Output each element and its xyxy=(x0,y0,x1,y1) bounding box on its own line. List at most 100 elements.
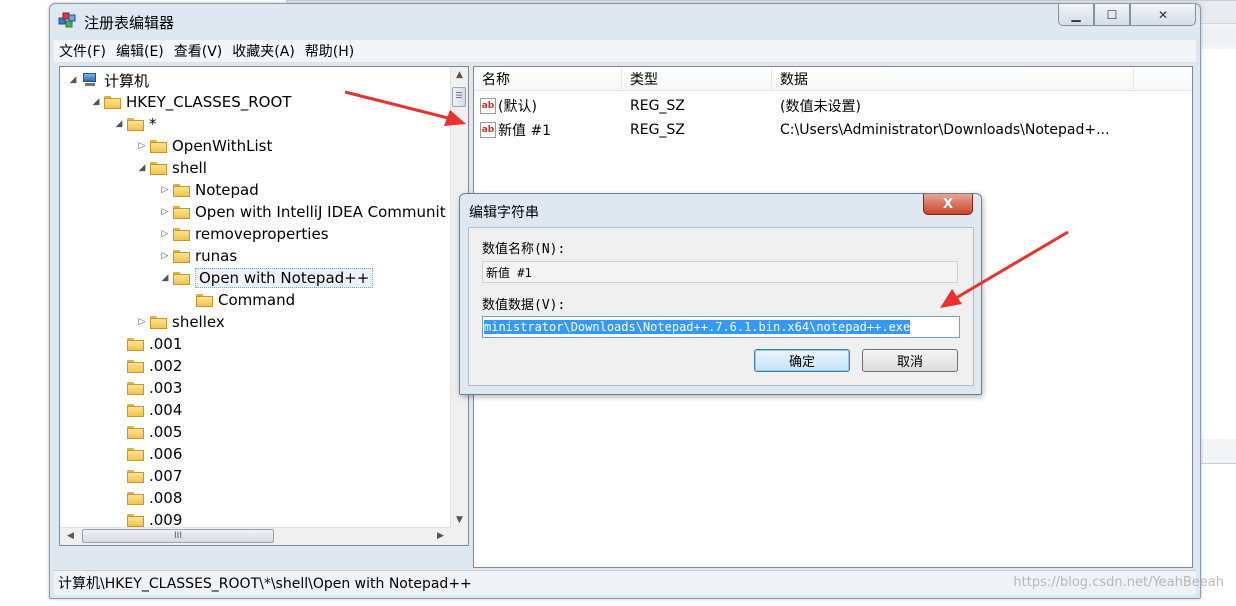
folder-icon xyxy=(127,337,144,351)
tree-node[interactable]: .005 xyxy=(114,421,182,443)
registry-tree-pane[interactable]: ◢ 计算机 ◢ HKEY_CLASSES_ROOT ◢ * ▷ OpenWithList ◢ sh… xyxy=(59,66,469,546)
expand-arrow-icon[interactable]: ▷ xyxy=(137,317,147,327)
minimize-button[interactable]: ▁ xyxy=(1058,4,1094,26)
value-row[interactable]: ab 新值 #1 REG_SZ C:\Users\Administrator\Do… xyxy=(474,118,1192,142)
folder-icon xyxy=(127,117,144,131)
minimize-icon: ▁ xyxy=(1071,7,1081,22)
tree-node[interactable]: ▷ shellex xyxy=(137,311,225,333)
scroll-left-icon[interactable]: ◀ xyxy=(62,531,79,541)
tree-node[interactable]: Command xyxy=(183,289,295,311)
tree-node-label: .006 xyxy=(149,445,183,463)
tree-node[interactable]: ◢ Open with Notepad++ xyxy=(160,267,374,289)
tree-node[interactable]: .008 xyxy=(114,487,182,509)
expand-arrow-icon[interactable]: ▷ xyxy=(160,207,170,217)
dialog-close-button[interactable]: X xyxy=(923,194,973,215)
tree-node[interactable]: .003 xyxy=(114,377,182,399)
value-type: REG_SZ xyxy=(630,122,685,138)
tree-node-label: 计算机 xyxy=(104,71,150,90)
title-bar[interactable]: 注册表编辑器 ▁ ☐ ✕ xyxy=(50,4,1200,38)
folder-icon xyxy=(127,513,144,527)
folder-icon xyxy=(173,271,190,285)
tree-node[interactable]: ▷ OpenWithList xyxy=(137,135,273,157)
collapse-arrow-icon[interactable]: ◢ xyxy=(91,97,101,107)
column-header-name[interactable]: 名称 xyxy=(474,67,622,91)
tree-node[interactable]: .009 xyxy=(114,509,182,528)
menu-file[interactable]: 文件(F) xyxy=(54,41,111,61)
value-name-field: 新值 #1 xyxy=(482,261,958,283)
ok-button[interactable]: 确定 xyxy=(754,349,850,372)
scroll-up-icon[interactable]: ▲ xyxy=(451,70,468,80)
tree-node[interactable]: .002 xyxy=(114,355,182,377)
menu-favorites[interactable]: 收藏夹(A) xyxy=(227,41,300,61)
tree-node[interactable]: .001 xyxy=(114,333,182,355)
expand-arrow-icon[interactable]: ▷ xyxy=(160,229,170,239)
folder-icon xyxy=(127,403,144,417)
tree-node[interactable]: ▷ Notepad xyxy=(160,179,259,201)
tree-node-label: OpenWithList xyxy=(172,137,273,155)
vertical-scroll-thumb[interactable]: ☰ xyxy=(452,87,466,107)
folder-icon xyxy=(127,447,144,461)
tree-node[interactable]: ▷ removeproperties xyxy=(160,223,329,245)
string-value-icon: ab xyxy=(480,98,496,114)
expand-arrow-icon[interactable]: ▷ xyxy=(137,141,147,151)
tree-node-label: .002 xyxy=(149,357,183,375)
horizontal-scroll-thumb[interactable]: III xyxy=(82,529,274,543)
tree-node-label: removeproperties xyxy=(195,225,329,243)
folder-icon xyxy=(150,315,167,329)
tree-node-label: .003 xyxy=(149,379,183,397)
tree-content: ◢ 计算机 ◢ HKEY_CLASSES_ROOT ◢ * ▷ OpenWithList ◢ sh… xyxy=(60,67,451,529)
tree-node-label: Open with IntelliJ IDEA Communit xyxy=(195,203,446,221)
dialog-body: 数值名称(N): 新值 #1 数值数据(V): ministrator\Down… xyxy=(468,227,974,386)
tree-node[interactable]: .004 xyxy=(114,399,182,421)
scroll-right-icon[interactable]: ▶ xyxy=(432,531,449,541)
menu-edit[interactable]: 编辑(E) xyxy=(111,41,169,61)
tree-node[interactable]: ◢ 计算机 xyxy=(68,69,149,91)
menu-help[interactable]: 帮助(H) xyxy=(300,41,359,61)
expand-arrow-icon[interactable]: ▷ xyxy=(160,185,170,195)
maximize-button[interactable]: ☐ xyxy=(1094,4,1130,26)
close-icon: ✕ xyxy=(1157,7,1169,22)
status-path: 计算机\HKEY_CLASSES_ROOT\*\shell\Open with … xyxy=(58,576,472,592)
menu-view[interactable]: 查看(V) xyxy=(169,41,228,61)
column-header-filler xyxy=(1134,67,1192,91)
tree-node[interactable]: .007 xyxy=(114,465,182,487)
folder-icon xyxy=(173,249,190,263)
value-data-selected-text: ministrator\Downloads\Notepad++.7.6.1.bi… xyxy=(484,320,911,334)
close-icon: X xyxy=(942,196,954,212)
expand-arrow-icon[interactable]: ▷ xyxy=(160,251,170,261)
computer-icon xyxy=(81,73,99,87)
tree-node-label: Command xyxy=(218,291,296,309)
tree-node-label: .004 xyxy=(149,401,183,419)
scroll-down-icon[interactable]: ▼ xyxy=(451,515,468,525)
column-header-data[interactable]: 数据 xyxy=(772,67,1134,91)
folder-icon xyxy=(127,381,144,395)
tree-node[interactable]: ◢ shell xyxy=(137,157,207,179)
tree-node-label: HKEY_CLASSES_ROOT xyxy=(126,93,292,111)
column-header-type[interactable]: 类型 xyxy=(622,67,772,91)
collapse-arrow-icon[interactable]: ◢ xyxy=(160,273,170,283)
folder-icon xyxy=(173,183,190,197)
tree-node[interactable]: ▷ Open with IntelliJ IDEA Communit xyxy=(160,201,446,223)
value-data-input[interactable]: ministrator\Downloads\Notepad++.7.6.1.bi… xyxy=(482,316,960,338)
tree-node[interactable]: ◢ HKEY_CLASSES_ROOT xyxy=(91,91,292,113)
maximize-icon: ☐ xyxy=(1106,7,1118,22)
tree-horizontal-scrollbar[interactable]: ◀ III ▶ xyxy=(60,527,451,545)
value-row[interactable]: ab (默认) REG_SZ (数值未设置) xyxy=(474,94,1192,118)
cancel-button[interactable]: 取消 xyxy=(862,349,958,372)
tree-node-label: .001 xyxy=(149,335,183,353)
tree-node-label: Notepad xyxy=(195,181,259,199)
registry-editor-icon xyxy=(58,12,76,28)
watermark-text: https://blog.csdn.net/YeahBeeah xyxy=(1013,575,1224,590)
collapse-arrow-icon[interactable]: ◢ xyxy=(68,75,78,85)
tree-node[interactable]: ▷ runas xyxy=(160,245,238,267)
tree-node[interactable]: .006 xyxy=(114,443,182,465)
collapse-arrow-icon[interactable]: ◢ xyxy=(137,163,147,173)
folder-icon xyxy=(196,293,213,307)
folder-icon xyxy=(127,491,144,505)
tree-node[interactable]: ◢ * xyxy=(114,113,157,135)
value-name: 新值 #1 xyxy=(498,123,552,139)
close-button[interactable]: ✕ xyxy=(1130,4,1196,26)
folder-icon xyxy=(127,425,144,439)
folder-icon xyxy=(127,469,144,483)
collapse-arrow-icon[interactable]: ◢ xyxy=(114,119,124,129)
